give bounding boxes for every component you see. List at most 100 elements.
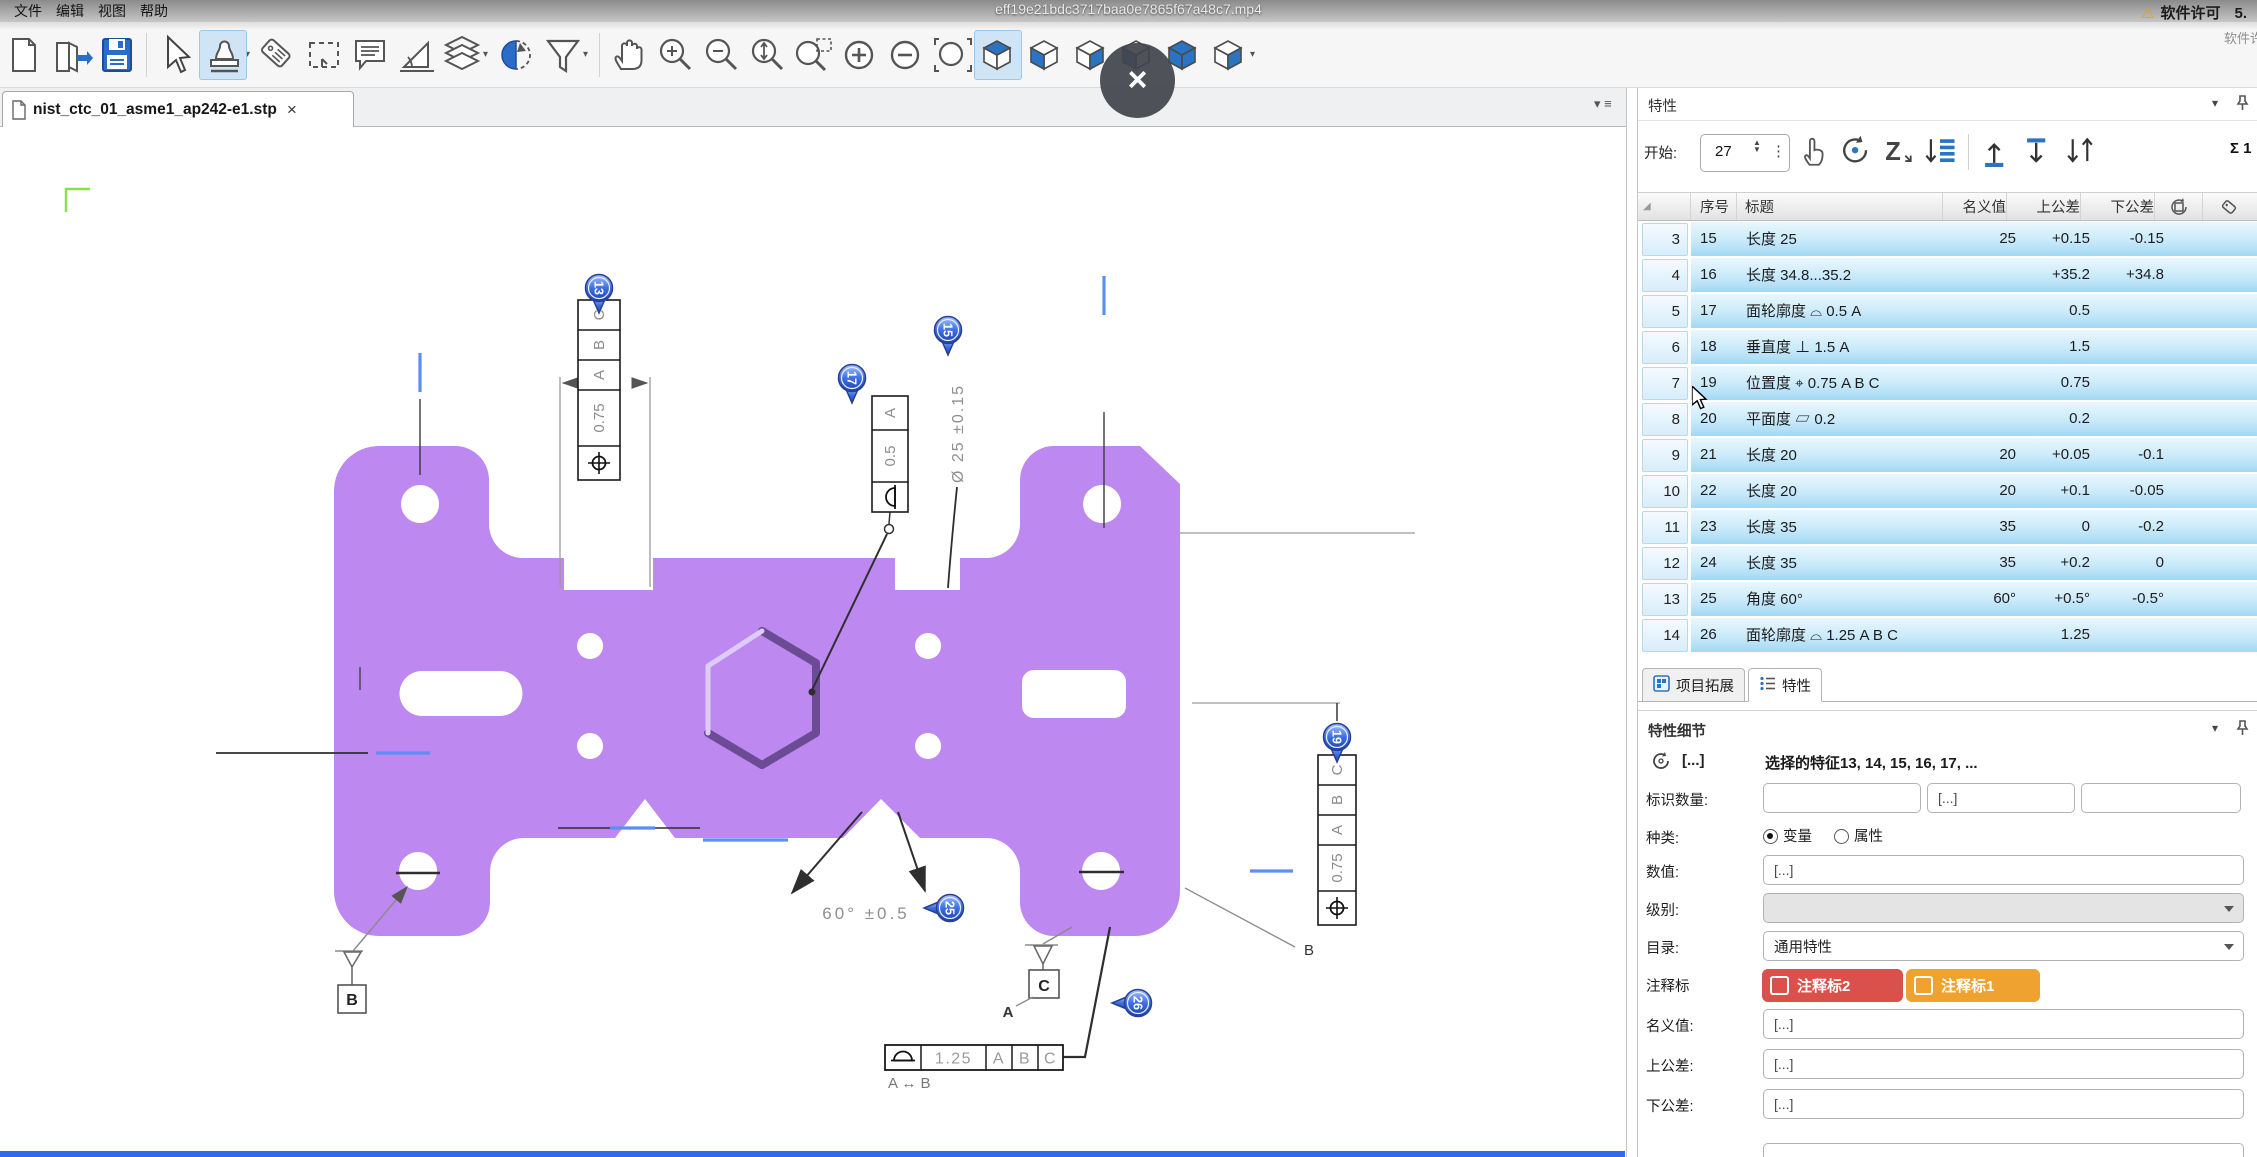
table-row[interactable]: 517面轮廓度 ⌓ 0.5 A 0.5: [1638, 294, 2257, 330]
zoom-extents-button[interactable]: [744, 31, 790, 79]
row-index[interactable]: 11: [1642, 511, 1688, 545]
cell-title[interactable]: 长度 35: [1746, 552, 1952, 573]
radio-attribute[interactable]: [1834, 829, 1849, 844]
id-count-input-3[interactable]: [2081, 783, 2241, 813]
tab-特性[interactable]: 特性: [1748, 668, 1822, 702]
cell-lower[interactable]: -0.15: [2090, 230, 2164, 247]
id-count-input-2[interactable]: [1927, 783, 2075, 813]
lower-tol-input[interactable]: [1763, 1089, 2244, 1119]
cell-title[interactable]: 长度 35: [1746, 516, 1952, 537]
table-header[interactable]: ◢ 序号 标题 名义值 上公差 下公差: [1638, 192, 2257, 221]
cube-back-button[interactable]: [1206, 31, 1252, 79]
balloon-25[interactable]: 25: [924, 895, 964, 922]
col-title[interactable]: 标题: [1737, 193, 1943, 220]
rotate-cw-button[interactable]: [1836, 132, 1876, 172]
cube-bottom-button[interactable]: [1022, 31, 1068, 79]
rotate-half-button[interactable]: [493, 31, 539, 79]
row-index[interactable]: 4: [1642, 259, 1688, 293]
cell-upper[interactable]: +0.15: [2016, 230, 2090, 247]
cube-top-button[interactable]: [974, 30, 1022, 80]
video-progress-bar[interactable]: [0, 1151, 1625, 1157]
cell-nominal[interactable]: 20: [1952, 446, 2016, 463]
row-index[interactable]: 6: [1642, 331, 1688, 365]
table-row[interactable]: 1022长度 2020+0.1-0.05: [1638, 474, 2257, 510]
level-select[interactable]: [1763, 893, 2244, 923]
cell-upper[interactable]: +0.05: [2016, 446, 2090, 463]
col-seq[interactable]: 序号: [1691, 193, 1737, 220]
col-lower[interactable]: 下公差: [2081, 193, 2155, 220]
table-row[interactable]: 315长度 2525+0.15-0.15: [1638, 222, 2257, 258]
details-pin-icon[interactable]: [2236, 720, 2249, 741]
cell-nominal[interactable]: 20: [1952, 482, 2016, 499]
tab-项目拓展[interactable]: 项目拓展: [1642, 668, 1745, 702]
value-input[interactable]: [1763, 855, 2244, 885]
cell-seq[interactable]: 22: [1691, 482, 1746, 499]
fcf-position-13[interactable]: CBA0.75: [578, 300, 620, 480]
col-nominal[interactable]: 名义值: [1943, 193, 2007, 220]
zoom-out-button[interactable]: [698, 31, 744, 79]
cell-seq[interactable]: 17: [1691, 302, 1746, 319]
move-top-button[interactable]: [1976, 132, 2016, 172]
cell-title[interactable]: 长度 20: [1746, 480, 1952, 501]
cell-upper[interactable]: 0: [2016, 518, 2090, 535]
nominal-input[interactable]: [1763, 1009, 2244, 1039]
cell-lower[interactable]: 0: [2090, 554, 2164, 571]
cell-lower[interactable]: +34.8: [2090, 266, 2164, 283]
tag2-checkbox[interactable]: [1770, 976, 1789, 995]
row-index[interactable]: 12: [1642, 547, 1688, 581]
col-refresh-icon[interactable]: [2155, 193, 2203, 220]
balloon-15[interactable]: 15: [935, 317, 962, 356]
cell-seq[interactable]: 15: [1691, 230, 1746, 247]
cell-seq[interactable]: 23: [1691, 518, 1746, 535]
cell-title[interactable]: 长度 20: [1746, 444, 1952, 465]
radio-variable[interactable]: [1763, 829, 1778, 844]
cell-lower[interactable]: -0.5°: [2090, 590, 2164, 607]
cell-seq[interactable]: 24: [1691, 554, 1746, 571]
cell-title[interactable]: 垂直度 ⊥ 1.5 A: [1746, 336, 1952, 357]
minus-circle-button[interactable]: [882, 31, 928, 79]
table-row[interactable]: 618垂直度 ⊥ 1.5 A1.5: [1638, 330, 2257, 366]
row-index[interactable]: 5: [1642, 295, 1688, 329]
cell-lower[interactable]: -0.2: [2090, 518, 2164, 535]
table-row[interactable]: 820平面度 ▱ 0.20.2: [1638, 402, 2257, 438]
table-row[interactable]: 1123长度 35350-0.2: [1638, 510, 2257, 546]
sort-list-button[interactable]: [1920, 132, 1960, 172]
cell-seq[interactable]: 25: [1691, 590, 1746, 607]
tag-button[interactable]: [255, 31, 301, 79]
cell-title[interactable]: 面轮廓度 ⌓ 0.5 A: [1746, 300, 1952, 321]
hand-pointer-button[interactable]: [1794, 132, 1834, 172]
cell-upper[interactable]: +35.2: [2016, 266, 2090, 283]
note-tag-1[interactable]: 注释标1: [1906, 969, 2040, 1002]
cell-title[interactable]: 角度 60°: [1746, 588, 1952, 609]
cell-upper[interactable]: +0.1: [2016, 482, 2090, 499]
cell-nominal[interactable]: 60°: [1952, 590, 2016, 607]
table-row[interactable]: 416长度 34.8...35.2+35.2+34.8: [1638, 258, 2257, 294]
row-index[interactable]: 8: [1642, 403, 1688, 437]
table-row[interactable]: 1325角度 60°60°+0.5°-0.5°: [1638, 582, 2257, 618]
save-button[interactable]: [94, 31, 140, 79]
spinner-more-icon[interactable]: ⋮: [1771, 142, 1786, 160]
video-close-button[interactable]: ×: [1100, 43, 1175, 118]
note-tag-2[interactable]: 注释标2: [1762, 969, 1903, 1002]
cell-upper[interactable]: 0.75: [2016, 374, 2090, 391]
plus-circle-button[interactable]: [836, 31, 882, 79]
tabbar-menu-icon[interactable]: ▾ ≡: [1594, 96, 1612, 112]
cell-title[interactable]: 面轮廓度 ⌓ 1.25 A B C: [1746, 624, 1952, 645]
cell-title[interactable]: 长度 34.8...35.2: [1746, 264, 1952, 285]
cell-upper[interactable]: 0.5: [2016, 302, 2090, 319]
details-collapse-icon[interactable]: ▾: [2212, 721, 2218, 735]
zoom-in-button[interactable]: [652, 31, 698, 79]
cell-lower[interactable]: -0.1: [2090, 446, 2164, 463]
id-count-input-1[interactable]: [1763, 783, 1921, 813]
cell-upper[interactable]: 1.5: [2016, 338, 2090, 355]
stamp-button[interactable]: [199, 30, 247, 80]
spinner-arrows-icon[interactable]: ▲▼: [1753, 139, 1761, 153]
catalog-select[interactable]: 通用特性: [1763, 931, 2244, 961]
zoom-all-button[interactable]: [928, 31, 974, 79]
upper-tol-input[interactable]: [1763, 1049, 2244, 1079]
z-order-button[interactable]: Z: [1878, 132, 1918, 172]
cell-upper[interactable]: +0.2: [2016, 554, 2090, 571]
marquee-select-button[interactable]: [301, 31, 347, 79]
layers-button[interactable]: [439, 31, 485, 79]
cell-title[interactable]: 长度 25: [1746, 228, 1952, 249]
